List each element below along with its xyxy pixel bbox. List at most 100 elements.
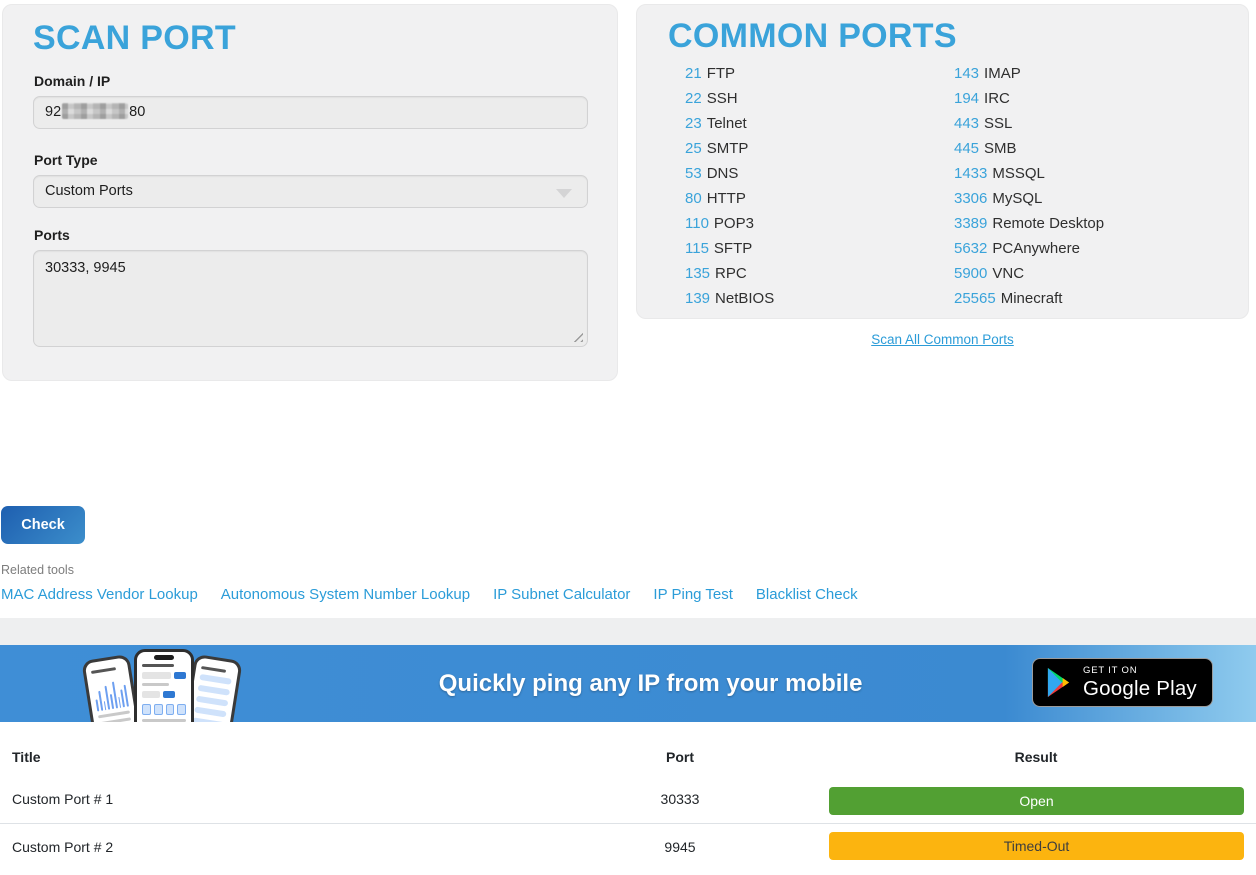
- banner-headline: Quickly ping any IP from your mobile: [439, 670, 863, 698]
- domain-value-suffix: 80: [129, 104, 145, 120]
- port-link[interactable]: 25565: [954, 290, 996, 307]
- related-link-mac-address-vendor-lookup[interactable]: MAC Address Vendor Lookup: [1, 586, 198, 603]
- port-item: 80HTTP: [685, 190, 774, 215]
- domain-value-prefix: 92: [45, 104, 61, 120]
- row-title: Custom Port # 1: [12, 791, 113, 807]
- port-service-name: SSH: [707, 90, 738, 107]
- port-item: 194 IRC: [954, 90, 1104, 115]
- row-port: 9945: [664, 839, 695, 855]
- port-link[interactable]: 5900: [954, 265, 987, 282]
- chevron-down-icon: [556, 189, 572, 198]
- port-link[interactable]: 22: [685, 90, 702, 107]
- scan-all-common-ports-link[interactable]: Scan All Common Ports: [871, 332, 1014, 347]
- status-badge-open: Open: [829, 787, 1244, 815]
- port-item: 139 NetBIOS: [685, 290, 774, 315]
- port-service-name: Remote Desktop: [992, 215, 1104, 232]
- google-play-icon: [1045, 668, 1072, 697]
- port-item: 445 SMB: [954, 140, 1104, 165]
- port-link[interactable]: 25: [685, 140, 702, 157]
- scan-port-panel: SCAN PORT Domain / IP 92 80 Port Type Cus…: [2, 4, 618, 381]
- port-link[interactable]: 139: [685, 290, 710, 307]
- port-item: 110POP3: [685, 215, 774, 240]
- domain-input[interactable]: 92 80: [33, 96, 588, 129]
- port-link[interactable]: 23: [685, 115, 702, 132]
- port-item: 25 SMTP: [685, 140, 774, 165]
- port-item: 135 RPC: [685, 265, 774, 290]
- related-tools-links: MAC Address Vendor Lookup Autonomous Sys…: [1, 586, 858, 603]
- related-link-ip-ping-test[interactable]: IP Ping Test: [653, 586, 733, 603]
- related-link-blacklist-check[interactable]: Blacklist Check: [756, 586, 858, 603]
- port-type-value: Custom Ports: [45, 183, 133, 199]
- page: SCAN PORT Domain / IP 92 80 Port Type Cus…: [0, 0, 1256, 875]
- port-type-label: Port Type: [34, 152, 98, 168]
- port-item: 21 FTP: [685, 65, 774, 90]
- port-link[interactable]: 115: [685, 240, 709, 257]
- ports-label: Ports: [34, 227, 70, 243]
- port-service-name: Telnet: [707, 115, 747, 132]
- port-service-name: MSSQL: [992, 165, 1045, 182]
- textarea-resize-handle[interactable]: [572, 331, 583, 342]
- port-item: 23 Telnet: [685, 115, 774, 140]
- row-title: Custom Port # 2: [12, 839, 113, 855]
- related-link-asn-lookup[interactable]: Autonomous System Number Lookup: [221, 586, 470, 603]
- port-link[interactable]: 135: [685, 265, 710, 282]
- port-service-name: SMTP: [707, 140, 749, 157]
- check-button[interactable]: Check: [1, 506, 85, 544]
- port-item: 53 DNS: [685, 165, 774, 190]
- common-ports-left-column: 21 FTP 22 SSH 23 Telnet 25 SMTP 53 DNS 80HTTP…: [685, 65, 774, 315]
- results-header-title: Title: [12, 749, 41, 765]
- results-header-result: Result: [1015, 749, 1058, 765]
- port-link[interactable]: 53: [685, 165, 702, 182]
- ports-value: 30333, 9945: [45, 260, 126, 276]
- port-service-name: SSL: [984, 115, 1012, 132]
- section-divider-strip: [0, 618, 1256, 645]
- port-service-name: DNS: [707, 165, 739, 182]
- port-service-name: IRC: [984, 90, 1010, 107]
- port-service-name: SFTP: [714, 240, 752, 257]
- port-link[interactable]: 3389: [954, 215, 987, 232]
- port-link[interactable]: 443: [954, 115, 979, 132]
- scan-port-title: SCAN PORT: [33, 19, 236, 58]
- results-header-port: Port: [666, 749, 694, 765]
- port-item: 1433 MSSQL: [954, 165, 1104, 190]
- port-service-name: IMAP: [984, 65, 1021, 82]
- port-link[interactable]: 80: [685, 190, 702, 207]
- scan-all-wrap: Scan All Common Ports: [636, 331, 1249, 349]
- phone-mockups: [85, 648, 250, 722]
- ports-textarea[interactable]: 30333, 9945: [33, 250, 588, 347]
- domain-ip-label: Domain / IP: [34, 73, 110, 89]
- port-service-name: FTP: [707, 65, 735, 82]
- common-ports-title: COMMON PORTS: [668, 17, 957, 56]
- port-link[interactable]: 445: [954, 140, 979, 157]
- port-item: 3306 MySQL: [954, 190, 1104, 215]
- row-port: 30333: [661, 791, 700, 807]
- port-link[interactable]: 194: [954, 90, 979, 107]
- port-type-select[interactable]: Custom Ports: [33, 175, 588, 208]
- port-service-name: SMB: [984, 140, 1017, 157]
- port-link[interactable]: 3306: [954, 190, 987, 207]
- redacted-ip-blur: [62, 103, 128, 119]
- port-item: 25565Minecraft: [954, 290, 1104, 315]
- phone-notch: [154, 655, 174, 660]
- port-item: 115 SFTP: [685, 240, 774, 265]
- status-badge-timed-out: Timed-Out: [829, 832, 1244, 860]
- google-play-badge-text: GET IT ON Google Play: [1083, 666, 1197, 699]
- port-item: 5632PCAnywhere: [954, 240, 1104, 265]
- google-play-badge[interactable]: GET IT ON Google Play: [1032, 658, 1213, 707]
- port-link[interactable]: 1433: [954, 165, 987, 182]
- port-service-name: VNC: [992, 265, 1024, 282]
- related-tools-label: Related tools: [1, 563, 74, 577]
- port-service-name: NetBIOS: [715, 290, 774, 307]
- mobile-app-banner: Quickly ping any IP from your mobile GET…: [0, 645, 1256, 722]
- related-link-ip-subnet-calculator[interactable]: IP Subnet Calculator: [493, 586, 630, 603]
- port-link[interactable]: 21: [685, 65, 702, 82]
- port-item: 3389 Remote Desktop: [954, 215, 1104, 240]
- port-link[interactable]: 143: [954, 65, 979, 82]
- get-it-on-label: GET IT ON: [1083, 666, 1197, 676]
- port-item: 443 SSL: [954, 115, 1104, 140]
- port-service-name: MySQL: [992, 190, 1042, 207]
- port-link[interactable]: 110: [685, 215, 709, 232]
- port-service-name: RPC: [715, 265, 747, 282]
- port-link[interactable]: 5632: [954, 240, 987, 257]
- common-ports-panel: COMMON PORTS 21 FTP 22 SSH 23 Telnet 25 SMTP…: [636, 4, 1249, 319]
